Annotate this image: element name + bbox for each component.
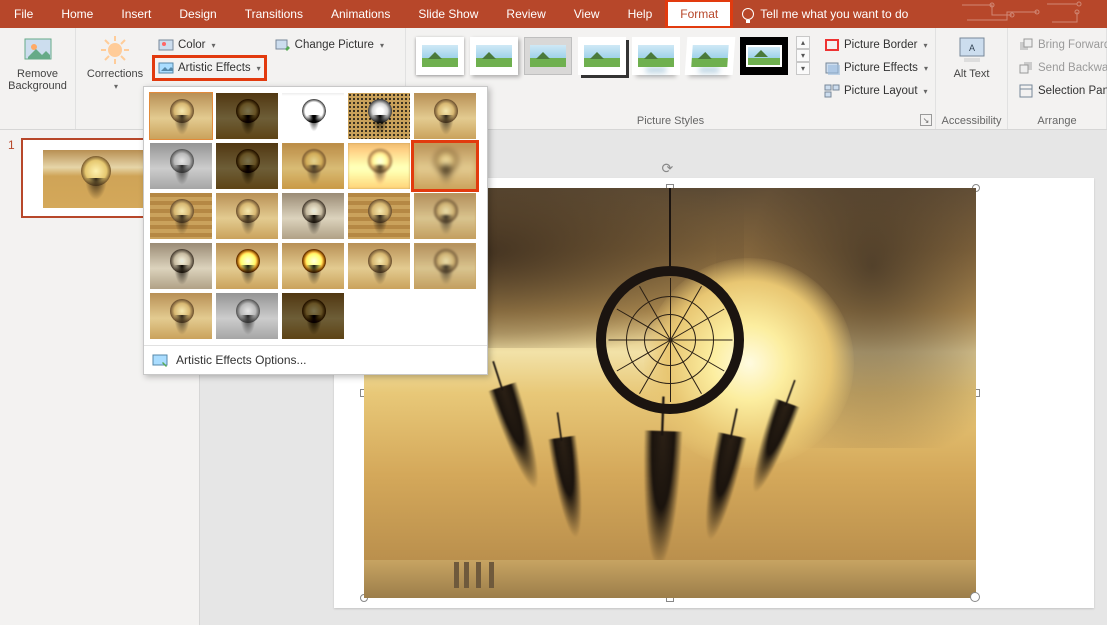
tell-me-label: Tell me what you want to do	[760, 7, 908, 21]
bring-forward-button[interactable]: Bring Forward	[1014, 34, 1107, 56]
effect-marker[interactable]	[216, 93, 278, 139]
style-preset[interactable]	[416, 37, 464, 75]
picture-border-icon	[824, 37, 840, 53]
menu-tabs: File Home Insert Design Transitions Anim…	[0, 0, 1107, 28]
style-preset[interactable]	[685, 37, 736, 75]
bring-forward-label: Bring Forward	[1038, 39, 1107, 51]
effect-blur[interactable]	[414, 143, 476, 189]
tab-help[interactable]: Help	[614, 0, 667, 28]
picture-layout-icon	[824, 83, 840, 99]
effect-glass[interactable]	[414, 193, 476, 239]
tab-view[interactable]: View	[560, 0, 614, 28]
effect-film-grain[interactable]	[282, 193, 344, 239]
effect-line-drawing[interactable]	[414, 93, 476, 139]
group-label-access: Accessibility	[936, 115, 1007, 129]
picture-styles-gallery: ▴ ▾ ▾	[412, 32, 814, 75]
effect-pencil-grayscale[interactable]	[282, 93, 344, 139]
tab-slideshow[interactable]: Slide Show	[404, 0, 492, 28]
tell-me[interactable]: Tell me what you want to do	[732, 0, 918, 28]
artistic-effects-options[interactable]: Artistic Effects Options...	[144, 345, 487, 374]
gallery-more[interactable]: ▾	[796, 62, 810, 75]
picture-border-button[interactable]: Picture Border▾	[820, 34, 932, 56]
artistic-effects-label: Artistic Effects	[178, 62, 251, 74]
alt-text-label: Alt Text	[954, 68, 990, 80]
picture-effects-icon	[824, 60, 840, 76]
color-icon	[158, 37, 174, 53]
tab-design[interactable]: Design	[165, 0, 230, 28]
send-backward-label: Send Backward	[1038, 62, 1107, 74]
effect-cutout[interactable]	[150, 293, 212, 339]
picture-layout-button[interactable]: Picture Layout▾	[820, 80, 932, 102]
style-preset[interactable]	[740, 37, 788, 75]
artistic-effects-button[interactable]: Artistic Effects▾	[154, 57, 265, 79]
effect-chalk-sketch[interactable]	[150, 143, 212, 189]
corrections-button[interactable]: Corrections▾	[82, 32, 148, 91]
styles-dialog-launcher[interactable]: ↘	[920, 114, 932, 126]
effect-pastels[interactable]	[348, 243, 410, 289]
effect-watercolor[interactable]	[216, 193, 278, 239]
color-button[interactable]: Color▾	[154, 34, 265, 56]
tab-animations[interactable]: Animations	[317, 0, 404, 28]
tab-insert[interactable]: Insert	[107, 0, 165, 28]
effect-paint-strokes[interactable]	[216, 143, 278, 189]
tab-review[interactable]: Review	[492, 0, 559, 28]
effect-light-screen[interactable]	[150, 193, 212, 239]
options-icon	[152, 352, 168, 368]
effect-texturizer[interactable]	[216, 243, 278, 289]
artistic-effects-icon	[158, 60, 174, 76]
style-preset[interactable]	[470, 37, 518, 75]
change-picture-label: Change Picture	[295, 39, 374, 51]
style-preset[interactable]	[524, 37, 572, 75]
gallery-scroll-down[interactable]: ▾	[796, 49, 810, 62]
picture-border-label: Picture Border	[844, 39, 918, 51]
selection-pane-label: Selection Pane	[1038, 85, 1107, 97]
effect-mosaic[interactable]	[348, 193, 410, 239]
remove-background-button[interactable]: Remove Background	[6, 32, 69, 92]
tab-transitions[interactable]: Transitions	[231, 0, 317, 28]
selection-pane-button[interactable]: Selection Pane	[1014, 80, 1107, 102]
effect-glow-diffused[interactable]	[348, 143, 410, 189]
rotate-handle[interactable]: ⟳	[662, 160, 678, 176]
group-label-arrange: Arrange	[1008, 115, 1106, 129]
bulb-icon	[742, 8, 754, 20]
effect-glow-edges[interactable]	[282, 293, 344, 339]
tab-home[interactable]: Home	[47, 0, 107, 28]
color-label: Color	[178, 39, 205, 51]
picture-effects-button[interactable]: Picture Effects▾	[820, 57, 932, 79]
tab-file[interactable]: File	[0, 0, 47, 28]
change-picture-button[interactable]: Change Picture▾	[271, 34, 388, 56]
effect-paint-brush[interactable]	[282, 143, 344, 189]
change-picture-icon	[275, 37, 291, 53]
svg-text:A: A	[968, 43, 974, 53]
send-backward-icon	[1018, 60, 1034, 76]
slide-thumbnail[interactable]	[21, 138, 161, 218]
tab-format[interactable]: Format	[666, 0, 732, 28]
effect-pencil-sketch[interactable]	[348, 93, 410, 139]
effect-photocopy[interactable]	[216, 293, 278, 339]
effect-none[interactable]	[150, 93, 212, 139]
picture-effects-label: Picture Effects	[844, 62, 918, 74]
remove-background-label: Remove Background	[6, 68, 69, 92]
artistic-effects-options-label: Artistic Effects Options...	[176, 353, 307, 367]
style-preset[interactable]	[578, 37, 626, 75]
effect-crisscross[interactable]	[282, 243, 344, 289]
alt-text-button[interactable]: A Alt Text	[942, 32, 1001, 80]
slide-number: 1	[8, 138, 15, 152]
bring-forward-icon	[1018, 37, 1034, 53]
corrections-label: Corrections	[87, 68, 143, 80]
picture-layout-label: Picture Layout	[844, 85, 918, 97]
selection-pane-icon	[1018, 83, 1034, 99]
style-preset[interactable]	[632, 37, 680, 75]
gallery-scroll-up[interactable]: ▴	[796, 36, 810, 49]
send-backward-button[interactable]: Send Backward	[1014, 57, 1107, 79]
artistic-effects-dropdown: Artistic Effects Options...	[143, 86, 488, 375]
effect-cement[interactable]	[150, 243, 212, 289]
effect-plastic-wrap[interactable]	[414, 243, 476, 289]
